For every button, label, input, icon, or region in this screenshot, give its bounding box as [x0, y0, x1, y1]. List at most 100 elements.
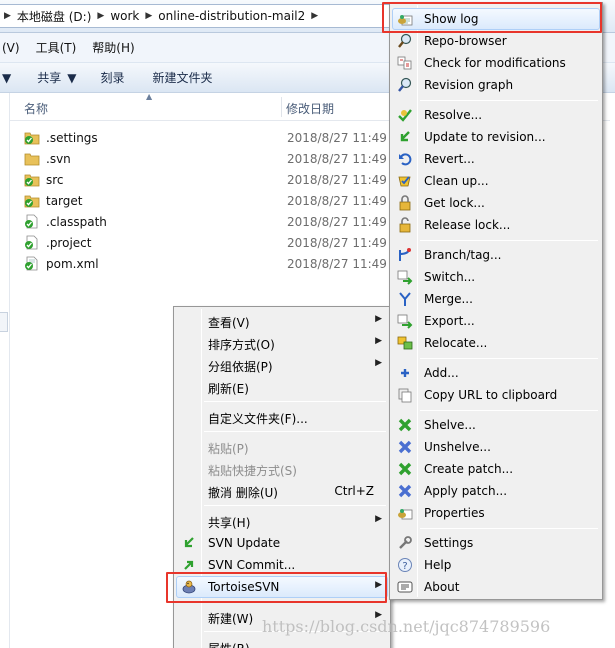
list-item[interactable]: pom.xml 2018/8/27 11:49	[24, 254, 404, 275]
menu-view[interactable]: (V)	[0, 41, 28, 55]
menu-item-help[interactable]: ? Help	[392, 554, 600, 576]
menu-item-sort[interactable]: 排序方式(O) ▶	[176, 332, 388, 354]
menu-item-label: Revision graph	[424, 78, 514, 92]
merge-icon	[399, 292, 411, 306]
menu-item-label: About	[424, 580, 460, 594]
submenu-arrow-icon: ▶	[375, 336, 382, 346]
submenu-arrow-icon: ▶	[375, 314, 382, 324]
menu-item-get-lock[interactable]: Get lock...	[392, 192, 600, 214]
menu-item-update-revision[interactable]: Update to revision...	[392, 126, 600, 148]
menu-item-label: 自定义文件夹(F)...	[208, 412, 308, 426]
menu-item-relocate[interactable]: Relocate...	[392, 332, 600, 354]
menu-item-branch-tag[interactable]: Branch/tag...	[392, 244, 600, 266]
menu-item-repo-browser[interactable]: Repo-browser	[392, 30, 600, 52]
submenu-arrow-icon: ▶	[375, 514, 382, 524]
nav-pane-edge	[0, 312, 8, 332]
file-name: .classpath	[46, 215, 107, 229]
folder-icon	[24, 153, 40, 166]
menu-item-properties[interactable]: 属性(R)	[176, 636, 388, 648]
menu-item-view[interactable]: 查看(V) ▶	[176, 310, 388, 332]
list-item[interactable]: target 2018/8/27 11:49	[24, 191, 404, 212]
breadcrumb-work[interactable]: work	[110, 9, 139, 23]
list-item[interactable]: .project 2018/8/27 11:49	[24, 233, 404, 254]
menu-item-apply-patch[interactable]: Apply patch...	[392, 480, 600, 502]
menu-item-paste[interactable]: 粘贴(P)	[176, 436, 388, 458]
menu-item-revert[interactable]: Revert...	[392, 148, 600, 170]
menu-item-share[interactable]: 共享(H) ▶	[176, 510, 388, 532]
column-divider[interactable]	[281, 97, 282, 117]
column-modified[interactable]: 修改日期	[286, 100, 334, 117]
list-item[interactable]: .classpath 2018/8/27 11:49	[24, 212, 404, 233]
list-item[interactable]: src 2018/8/27 11:49	[24, 170, 404, 191]
file-name: target	[46, 194, 83, 208]
menu-item-undo-delete[interactable]: 撤消 删除(U) Ctrl+Z	[176, 480, 388, 502]
menu-item-label: 查看(V)	[208, 316, 250, 330]
create-patch-icon	[398, 462, 412, 476]
menu-item-label: 粘贴(P)	[208, 442, 249, 456]
menu-item-export[interactable]: Export...	[392, 310, 600, 332]
menu-item-paste-shortcut[interactable]: 粘贴快捷方式(S)	[176, 458, 388, 480]
menu-item-label: Properties	[424, 506, 485, 520]
menu-separator	[204, 431, 386, 432]
menu-item-label: 粘贴快捷方式(S)	[208, 464, 297, 478]
menu-item-about[interactable]: About	[392, 576, 600, 598]
folder-ok-icon	[24, 195, 40, 208]
menu-item-label: Switch...	[424, 270, 476, 284]
menu-item-merge[interactable]: Merge...	[392, 288, 600, 310]
list-item[interactable]: .svn 2018/8/27 11:49	[24, 149, 404, 170]
column-name[interactable]: 名称	[24, 100, 48, 117]
menu-separator	[420, 528, 598, 529]
menu-item-resolve[interactable]: Resolve...	[392, 104, 600, 126]
menu-item-label: Apply patch...	[424, 484, 508, 498]
menu-item-label: Unshelve...	[424, 440, 491, 454]
copy-url-icon	[398, 388, 412, 403]
menu-item-label: 新建(W)	[208, 612, 254, 626]
folder-ok-icon	[24, 174, 40, 187]
menu-item-switch[interactable]: Switch...	[392, 266, 600, 288]
chevron-right-icon[interactable]: ▶	[97, 11, 104, 21]
menu-item-revision-graph[interactable]: Revision graph	[392, 74, 600, 96]
chevron-right-icon[interactable]: ▶	[311, 11, 318, 21]
menu-item-customize-folder[interactable]: 自定义文件夹(F)...	[176, 406, 388, 428]
list-item[interactable]: .settings 2018/8/27 11:49	[24, 128, 404, 149]
menu-item-svn-update[interactable]: SVN Update	[176, 532, 388, 554]
dropdown-arrow-icon[interactable]: ▼	[0, 71, 11, 85]
burn-button[interactable]: 刻录	[86, 69, 138, 86]
show-log-highlight-box	[382, 2, 602, 33]
menu-item-add[interactable]: Add...	[392, 362, 600, 384]
sort-up-icon: ▲	[146, 92, 153, 101]
help-icon: ?	[398, 558, 412, 572]
breadcrumb-drive[interactable]: 本地磁盘 (D:)	[17, 8, 91, 25]
file-date: 2018/8/27 11:49	[287, 257, 387, 271]
unlock-icon	[399, 217, 411, 233]
chevron-down-icon[interactable]: ▼	[65, 71, 76, 85]
menu-help[interactable]: 帮助(H)	[84, 39, 142, 56]
address-bar[interactable]: ▶ 本地磁盘 (D:) ▶ work ▶ online-distribution…	[0, 4, 400, 28]
menu-item-copy-url[interactable]: Copy URL to clipboard	[392, 384, 600, 406]
svg-text:?: ?	[402, 561, 407, 572]
lock-icon	[399, 195, 411, 211]
add-icon	[401, 369, 409, 377]
chevron-right-icon[interactable]: ▶	[145, 11, 152, 21]
new-folder-button[interactable]: 新建文件夹	[139, 69, 227, 86]
menu-item-unshelve[interactable]: Unshelve...	[392, 436, 600, 458]
menu-item-check-modifications[interactable]: Check for modifications	[392, 52, 600, 74]
menu-separator	[420, 240, 598, 241]
about-icon	[397, 581, 413, 593]
menu-item-label: Get lock...	[424, 196, 485, 210]
menu-item-group[interactable]: 分组依据(P) ▶	[176, 354, 388, 376]
breadcrumb-folder[interactable]: online-distribution-mail2	[158, 9, 305, 23]
chevron-right-icon[interactable]: ▶	[4, 11, 11, 21]
svn-update-icon	[184, 537, 194, 548]
menu-item-cleanup[interactable]: Clean up...	[392, 170, 600, 192]
file-ok-icon	[25, 235, 38, 250]
menu-item-settings[interactable]: Settings	[392, 532, 600, 554]
menu-item-refresh[interactable]: 刷新(E)	[176, 376, 388, 398]
menu-item-properties[interactable]: Properties	[392, 502, 600, 524]
menu-item-release-lock[interactable]: Release lock...	[392, 214, 600, 236]
menu-tools[interactable]: 工具(T)	[28, 39, 85, 56]
menu-item-label: Add...	[424, 366, 459, 380]
menu-item-shelve[interactable]: Shelve...	[392, 414, 600, 436]
menu-item-create-patch[interactable]: Create patch...	[392, 458, 600, 480]
menu-item-label: 共享(H)	[208, 516, 251, 530]
